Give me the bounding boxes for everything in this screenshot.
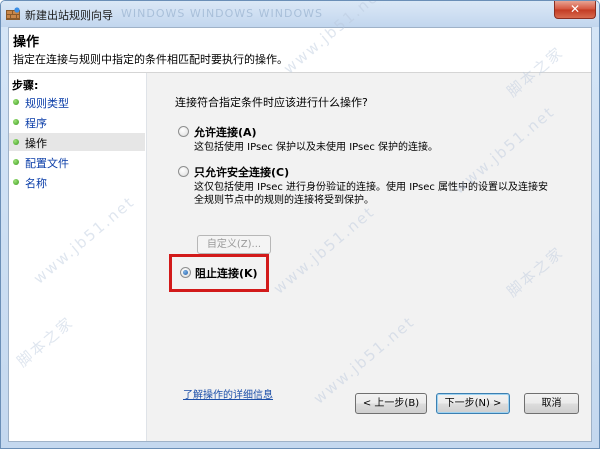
step-dot-icon: [13, 179, 19, 185]
sidebar-item-profile[interactable]: 配置文件: [9, 153, 145, 171]
steps-heading: 步骤:: [12, 79, 39, 92]
back-button[interactable]: < 上一步(B): [355, 393, 427, 414]
sidebar-item-label: 配置文件: [25, 157, 69, 170]
customize-button[interactable]: 自定义(Z)...: [197, 235, 271, 254]
step-dot-icon: [13, 159, 19, 165]
step-dot-icon: [13, 119, 19, 125]
allow-secure-label[interactable]: 只允许安全连接(C): [194, 164, 289, 180]
step-dot-icon: [13, 139, 19, 145]
sidebar-item-rule-type[interactable]: 规则类型: [9, 93, 145, 111]
sidebar-item-action[interactable]: 操作: [9, 133, 145, 151]
page-title: 操作: [13, 35, 40, 50]
steps-sidebar: 步骤: 规则类型 程序 操作 配置文件 名称: [9, 73, 147, 441]
sidebar-item-label: 程序: [25, 117, 47, 130]
sidebar-item-label: 操作: [25, 137, 47, 150]
firewall-icon: [6, 7, 20, 20]
sidebar-item-program[interactable]: 程序: [9, 113, 145, 131]
learn-more-link[interactable]: 了解操作的详细信息: [183, 386, 273, 401]
highlight-box: [169, 254, 269, 292]
title-bar-ghost-text: WINDOWS WINDOWS WINDOWS: [121, 7, 324, 20]
allow-connection-desc: 这包括使用 IPsec 保护以及未使用 IPsec 保护的连接。: [194, 142, 439, 153]
allow-connection-radio[interactable]: [178, 126, 189, 137]
step-dot-icon: [13, 99, 19, 105]
action-question: 连接符合指定条件时应该进行什么操作?: [175, 96, 368, 109]
sidebar-item-name[interactable]: 名称: [9, 173, 145, 191]
allow-connection-label[interactable]: 允许连接(A): [194, 124, 257, 140]
allow-secure-desc-line2: 全规则节点中的规则的连接将受到保护。: [194, 195, 374, 206]
allow-secure-radio[interactable]: [178, 166, 189, 177]
sidebar-item-label: 规则类型: [25, 97, 69, 110]
cancel-button[interactable]: 取消: [524, 393, 579, 414]
sidebar-item-label: 名称: [25, 177, 47, 190]
page-description: 指定在连接与规则中指定的条件相匹配时要执行的操作。: [13, 53, 288, 66]
title-bar[interactable]: 新建出站规则向导 WINDOWS WINDOWS WINDOWS ✕: [1, 1, 599, 27]
next-button[interactable]: 下一步(N) >: [436, 393, 510, 414]
wizard-window: 新建出站规则向导 WINDOWS WINDOWS WINDOWS ✕ 操作 指定…: [0, 0, 600, 449]
window-title: 新建出站规则向导: [25, 9, 113, 22]
close-icon: ✕: [569, 2, 581, 16]
allow-secure-desc-line1: 这仅包括使用 IPsec 进行身份验证的连接。使用 IPsec 属性中的设置以及…: [194, 182, 549, 193]
close-button[interactable]: ✕: [554, 1, 596, 19]
